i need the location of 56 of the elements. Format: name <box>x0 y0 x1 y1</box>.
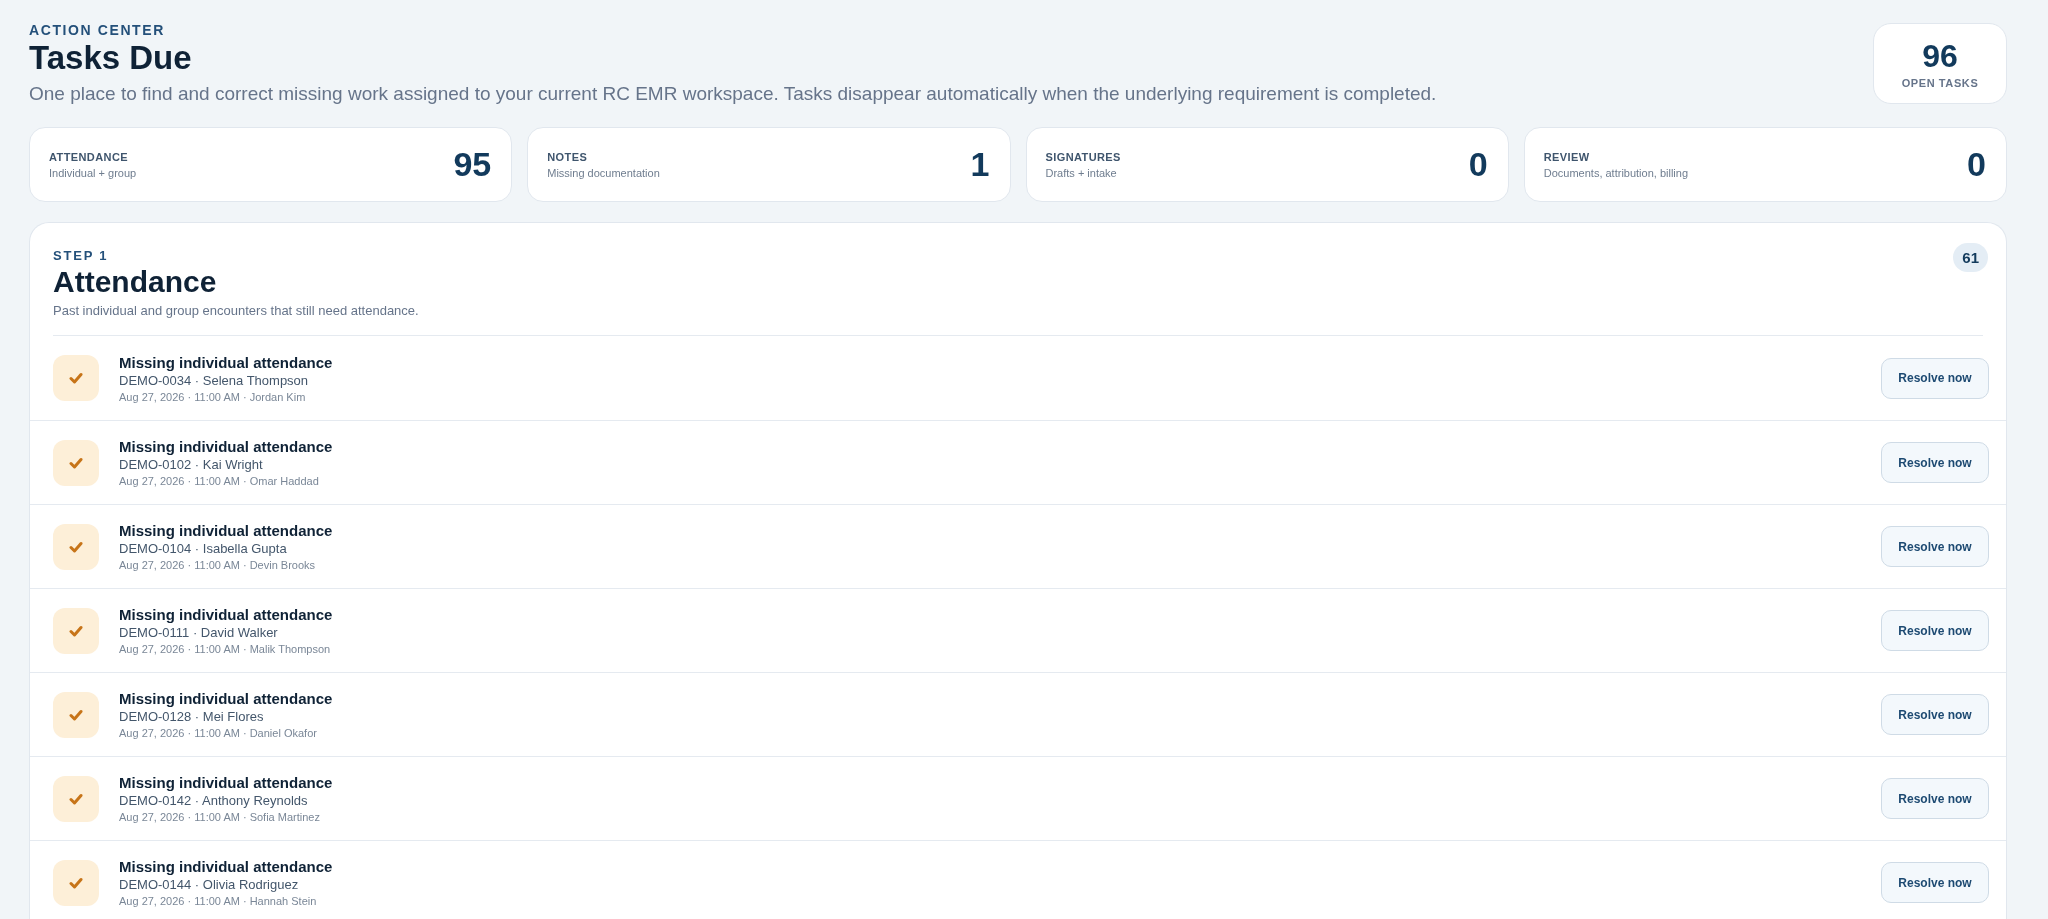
open-tasks-count: 96 <box>1922 38 1958 75</box>
task-client: DEMO-0128 · Mei Flores <box>119 709 265 724</box>
task-title: Missing individual attendance <box>119 858 334 875</box>
stat-caption: Documents, attribution, billing <box>1543 166 1689 179</box>
task-title: Missing individual attendance <box>119 774 334 791</box>
task-meta: Aug 27, 2026 · 11:00 AM · Daniel Okafor <box>119 727 318 739</box>
task-title: Missing individual attendance <box>119 522 334 539</box>
task-title: Missing individual attendance <box>119 606 334 623</box>
resolve-button[interactable]: Resolve now <box>1881 526 1989 567</box>
stat-caption: Drafts + intake <box>1045 166 1118 179</box>
task-client: DEMO-0111 · David Walker <box>119 625 279 640</box>
check-icon <box>53 691 99 738</box>
stat-caption: Individual + group <box>49 166 137 179</box>
task-title: Missing individual attendance <box>119 353 334 371</box>
task-meta: Aug 27, 2026 · 11:00 AM · Devin Brooks <box>119 559 317 571</box>
check-icon <box>53 607 99 654</box>
task-meta: Aug 27, 2026 · 11:00 AM · Jordan Kim <box>119 390 307 403</box>
section-description: Past individual and group encounters that still need attendance. <box>53 303 419 318</box>
resolve-button[interactable]: Resolve now <box>1881 610 1989 651</box>
check-icon <box>53 859 99 906</box>
task-title: Missing individual attendance <box>119 438 334 455</box>
resolve-button[interactable]: Resolve now <box>1881 694 1989 735</box>
stat-label: REVIEW <box>1543 150 1591 163</box>
task-client: DEMO-0144 · Olivia Rodriguez <box>119 877 300 892</box>
task-meta: Aug 27, 2026 · 11:00 AM · Omar Haddad <box>119 475 320 487</box>
check-icon <box>53 439 99 486</box>
count-badge: 61 <box>1953 243 1988 272</box>
check-icon <box>53 355 99 401</box>
page-title: Tasks Due <box>29 39 193 77</box>
check-icon <box>53 523 99 570</box>
step-label: STEP 1 <box>53 248 110 263</box>
check-icon <box>53 775 99 822</box>
stat-label: SIGNATURES <box>1045 150 1121 163</box>
resolve-button[interactable]: Resolve now <box>1881 442 1989 483</box>
task-client: DEMO-0034 · Selena Thompson <box>119 372 310 388</box>
stat-count: 0 <box>1468 145 1488 184</box>
task-meta: Aug 27, 2026 · 11:00 AM · Sofia Martinez <box>119 811 321 823</box>
task-client: DEMO-0104 · Isabella Gupta <box>119 541 288 556</box>
open-tasks-label: OPEN TASKS <box>1901 77 1979 89</box>
task-meta: Aug 27, 2026 · 11:00 AM · Malik Thompson <box>119 643 332 655</box>
stat-label: NOTES <box>547 150 589 163</box>
resolve-button[interactable]: Resolve now <box>1881 862 1989 903</box>
page-subtitle: One place to find and correct missing work assigned to your current RC EMR workspace. Tasks disappear automatically when the underlying requirement is completed. <box>29 83 1437 105</box>
task-title: Missing individual attendance <box>119 690 334 707</box>
resolve-button[interactable]: Resolve now <box>1881 357 1989 399</box>
resolve-button[interactable]: Resolve now <box>1881 778 1989 819</box>
task-client: DEMO-0102 · Kai Wright <box>119 457 264 472</box>
stat-caption: Missing documentation <box>547 166 660 179</box>
stat-label: ATTENDANCE <box>49 150 129 163</box>
task-meta: Aug 27, 2026 · 11:00 AM · Hannah Stein <box>119 895 318 907</box>
stat-count: 1 <box>970 145 990 184</box>
stat-count: 95 <box>453 145 492 184</box>
task-client: DEMO-0142 · Anthony Reynolds <box>119 793 309 808</box>
section-title: Attendance <box>53 265 218 299</box>
stat-count: 0 <box>1967 145 1986 184</box>
eyebrow-label: ACTION CENTER <box>29 22 166 38</box>
